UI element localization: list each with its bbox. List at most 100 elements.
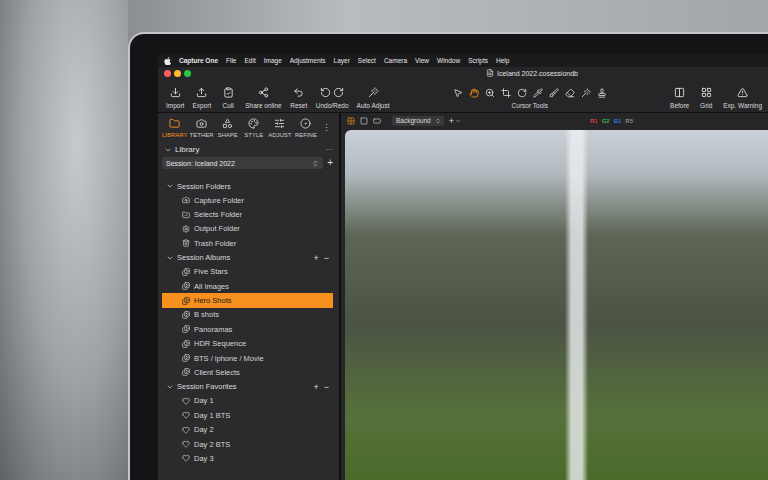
photo-preview xyxy=(345,130,768,480)
library-item[interactable]: All Images xyxy=(162,279,333,293)
section-action-button[interactable]: + xyxy=(313,253,318,263)
color-tag[interactable]: R5 xyxy=(625,118,633,124)
crop-icon xyxy=(501,88,511,98)
cursor-tools: Cursor Tools xyxy=(453,88,607,109)
menu-item[interactable]: Image xyxy=(264,57,282,64)
toolbar-button[interactable]: Export xyxy=(192,87,211,109)
more-button[interactable]: ··· xyxy=(326,146,333,153)
section-header[interactable]: Session Folders xyxy=(162,179,333,193)
library-item[interactable]: HDR Sequence xyxy=(162,337,333,351)
cursor-tool[interactable] xyxy=(565,88,575,98)
cursor-tool[interactable] xyxy=(469,88,479,98)
more-tabs-button[interactable]: ⋮ xyxy=(320,123,333,133)
tool-tab[interactable]: ADJUST xyxy=(268,118,292,138)
cursor-tool[interactable] xyxy=(533,88,543,98)
sliders-icon xyxy=(274,118,285,129)
cursor-tool[interactable] xyxy=(485,88,495,98)
toolbar-button[interactable]: Before xyxy=(670,87,689,109)
color-tag[interactable]: R1 xyxy=(590,118,598,124)
session-select[interactable]: Session: Iceland 2022 xyxy=(162,157,323,169)
library-item[interactable]: Day 2 BTS xyxy=(162,437,333,451)
section-header[interactable]: Session Albums+− xyxy=(162,251,333,265)
library-item[interactable]: Capture Folder xyxy=(162,193,333,207)
toolbar-button[interactable]: Undo/Redo xyxy=(316,87,349,109)
library-item[interactable]: Hero Shots xyxy=(162,293,333,307)
library-item[interactable]: Output Folder xyxy=(162,222,333,236)
library-item[interactable]: B shots xyxy=(162,308,333,322)
menu-item[interactable]: Adjustments xyxy=(290,57,326,64)
toolbar-button[interactable]: Cull xyxy=(219,87,237,109)
toolbar-button[interactable]: Exp. Warning xyxy=(723,87,762,109)
tool-tab[interactable]: TETHER xyxy=(190,118,214,138)
menu-item[interactable]: Edit xyxy=(245,57,256,64)
folder-check-icon xyxy=(182,211,190,219)
menu-item[interactable]: Camera xyxy=(384,57,407,64)
toolbar-button[interactable]: Auto Adjust xyxy=(357,87,390,109)
grid-view-icon xyxy=(347,117,355,125)
cursor-tool[interactable] xyxy=(501,88,511,98)
tool-tabs: LIBRARYTETHERSHAPESTYLEADJUSTREFINE⋮ xyxy=(162,113,333,143)
background-select[interactable]: Background xyxy=(392,116,444,126)
close-button[interactable] xyxy=(164,70,171,77)
add-view-button[interactable]: + xyxy=(449,116,461,126)
cursor-tool[interactable] xyxy=(549,88,559,98)
tool-tab[interactable]: REFINE xyxy=(294,118,318,138)
library-header[interactable]: Library··· xyxy=(162,143,333,156)
library-item[interactable]: Selects Folder xyxy=(162,207,333,221)
toolbar-button[interactable]: Share online xyxy=(245,87,282,109)
zoom-button[interactable] xyxy=(184,70,191,77)
cursor-tool[interactable] xyxy=(517,88,527,98)
library-item[interactable]: Day 2 xyxy=(162,422,333,436)
menu-item[interactable]: Help xyxy=(496,57,509,64)
monitor-bezel: Capture One File Edit Image Adjustments Layer… xyxy=(128,32,768,480)
album-icon xyxy=(182,282,190,290)
toolbar-button[interactable]: Reset xyxy=(290,87,308,109)
tool-tab[interactable]: SHAPE xyxy=(216,118,240,138)
document-icon xyxy=(486,69,494,77)
color-tag[interactable]: G2 xyxy=(602,118,610,124)
tool-tab[interactable]: STYLE xyxy=(242,118,266,138)
menu-item[interactable]: View xyxy=(415,57,429,64)
gear-icon xyxy=(182,225,190,233)
menu-item[interactable]: Scripts xyxy=(468,57,488,64)
stamp-icon xyxy=(597,88,607,98)
apple-icon[interactable] xyxy=(164,57,171,65)
section-action-button[interactable]: − xyxy=(324,253,329,263)
cursor-tool[interactable] xyxy=(453,88,463,98)
menu-item[interactable]: Layer xyxy=(334,57,350,64)
library-item[interactable]: Day 1 BTS xyxy=(162,408,333,422)
toolbar-button[interactable]: Import xyxy=(166,87,184,109)
share-icon xyxy=(258,87,269,98)
add-session-button[interactable]: + xyxy=(327,158,333,168)
section-action-button[interactable]: + xyxy=(313,382,318,392)
pointer-icon xyxy=(453,88,463,98)
heart-icon xyxy=(182,454,190,462)
library-item[interactable]: Panoramas xyxy=(162,322,333,336)
color-tag[interactable]: B1 xyxy=(614,118,622,124)
color-tags: R1 G2 B1R5 xyxy=(590,118,633,124)
library-item[interactable]: Five Stars xyxy=(162,265,333,279)
view-mode-button[interactable] xyxy=(347,117,355,125)
cursor-tool[interactable] xyxy=(581,88,591,98)
library-item[interactable]: Client Selects xyxy=(162,365,333,379)
toolbar-button[interactable]: Grid xyxy=(697,87,715,109)
chevron-icon xyxy=(166,383,174,391)
menu-item[interactable]: File xyxy=(226,57,236,64)
section-header[interactable]: Session Favorites+− xyxy=(162,380,333,394)
app-menu[interactable]: Capture One xyxy=(179,57,218,64)
minimize-button[interactable] xyxy=(174,70,181,77)
tool-tab[interactable]: LIBRARY xyxy=(162,118,188,138)
library-item[interactable]: Trash Folder xyxy=(162,236,333,250)
folder-icon xyxy=(169,118,180,129)
library-item[interactable]: BTS / iphone / Movie xyxy=(162,351,333,365)
cursor-tool[interactable] xyxy=(597,88,607,98)
section-action-button[interactable]: − xyxy=(324,382,329,392)
wand-icon xyxy=(368,87,379,98)
library-item[interactable]: Day 3 xyxy=(162,451,333,465)
library-item[interactable]: Day 1 xyxy=(162,394,333,408)
view-mode-button[interactable] xyxy=(373,117,381,125)
view-mode-button[interactable] xyxy=(360,117,368,125)
menu-item[interactable]: Window xyxy=(437,57,460,64)
library-panel: LIBRARYTETHERSHAPESTYLEADJUSTREFINE⋮Libr… xyxy=(158,113,341,480)
menu-item[interactable]: Select xyxy=(358,57,376,64)
